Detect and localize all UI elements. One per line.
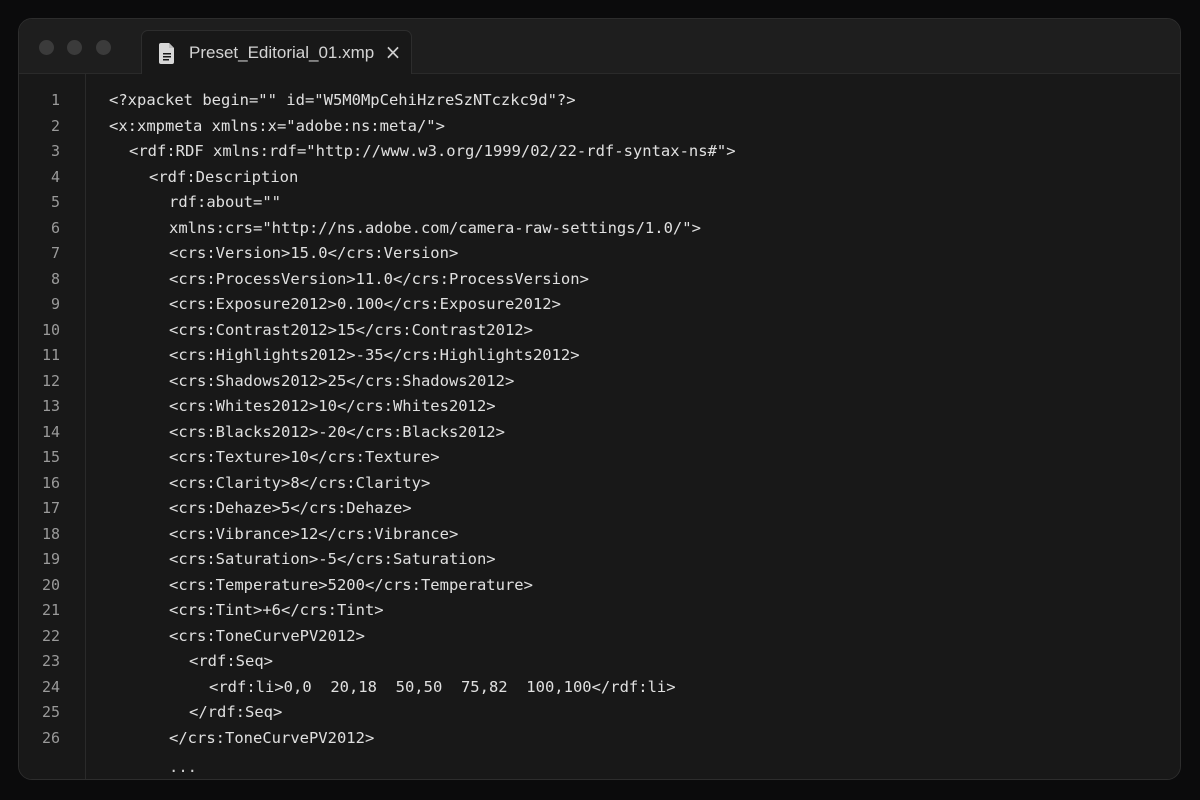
line-number: 23 <box>41 652 60 670</box>
code-line[interactable]: rdf:about="" <box>169 191 281 213</box>
maximize-window-button[interactable] <box>96 40 111 55</box>
code-line[interactable]: <?xpacket begin="" id="W5M0MpCehiHzreSzN… <box>109 89 576 111</box>
line-number: 13 <box>41 397 60 415</box>
code-line[interactable]: <crs:Clarity>8</crs:Clarity> <box>169 472 430 494</box>
line-number: 7 <box>50 244 60 262</box>
code-line[interactable]: <crs:Texture>10</crs:Texture> <box>169 446 440 468</box>
line-number: 10 <box>41 320 60 339</box>
line-number: 14 <box>41 422 60 441</box>
tab-label: Preset_Editorial_01.xmp <box>189 43 375 62</box>
code-line[interactable]: <crs:Temperature>5200</crs:Temperature> <box>169 574 533 596</box>
code-line[interactable]: <rdf:li>0,0 20,18 50,50 75,82 100,100</r… <box>209 676 676 698</box>
code-line[interactable]: <crs:Dehaze>5</crs:Dehaze> <box>169 497 412 519</box>
code-line[interactable]: <crs:Saturation>-5</crs:Saturation> <box>169 548 496 570</box>
code-line[interactable]: <rdf:Seq> <box>189 650 273 672</box>
code-line[interactable]: <crs:Version>15.0</crs:Version> <box>169 242 458 264</box>
line-number: 9 <box>50 295 60 313</box>
code-ellipsis: ... <box>169 758 197 776</box>
code-line[interactable]: <x:xmpmeta xmlns:x="adobe:ns:meta/"> <box>109 115 445 137</box>
code-line[interactable]: <crs:ToneCurvePV2012> <box>169 625 365 647</box>
line-number: 22 <box>41 626 60 645</box>
line-number: 26 <box>41 728 60 747</box>
line-number: 1 <box>50 91 60 109</box>
code-editor-window: Preset_Editorial_01.xmp × 1 2 3 4 5 6 7 8 9 10 11 1… <box>18 18 1181 780</box>
window-titlebar: Preset_Editorial_01.xmp × <box>19 19 1180 74</box>
code-editor[interactable]: 1 2 3 4 5 6 7 8 9 10 11 12 13 14 15 16 17 18 19 20 21 22 23 24 2… <box>19 74 1180 779</box>
line-number: 3 <box>50 142 60 160</box>
line-number: 5 <box>50 193 60 211</box>
code-line[interactable]: <rdf:Description <box>149 166 298 188</box>
close-tab-icon[interactable]: × <box>382 41 404 63</box>
code-line[interactable]: <crs:Shadows2012>25</crs:Shadows2012> <box>169 370 514 392</box>
code-line[interactable]: <crs:Blacks2012>-20</crs:Blacks2012> <box>169 421 505 443</box>
line-number: 4 <box>50 167 60 186</box>
line-number: 2 <box>50 116 60 135</box>
file-tab[interactable]: Preset_Editorial_01.xmp × <box>141 30 412 74</box>
code-line[interactable]: <crs:Exposure2012>0.100</crs:Exposure201… <box>169 293 561 315</box>
line-number-gutter: 1 2 3 4 5 6 7 8 9 10 11 12 13 14 15 16 17 18 19 20 21 22 23 24 2… <box>19 74 86 779</box>
line-number: 15 <box>41 448 60 466</box>
line-number: 11 <box>41 346 60 364</box>
code-line[interactable]: <crs:ProcessVersion>11.0</crs:ProcessVer… <box>169 268 589 290</box>
document-icon <box>159 43 174 64</box>
code-line[interactable]: <crs:Contrast2012>15</crs:Contrast2012> <box>169 319 533 341</box>
code-line[interactable]: <rdf:RDF xmlns:rdf="http://www.w3.org/19… <box>129 140 736 162</box>
close-window-button[interactable] <box>39 40 54 55</box>
code-line[interactable]: </rdf:Seq> <box>189 701 282 723</box>
line-number: 8 <box>50 269 60 288</box>
line-number: 24 <box>41 677 60 696</box>
code-line[interactable]: xmlns:crs="http://ns.adobe.com/camera-ra… <box>169 217 701 239</box>
code-line[interactable]: </crs:ToneCurvePV2012> <box>169 727 374 749</box>
line-number: 12 <box>41 371 60 390</box>
code-line[interactable]: <crs:Whites2012>10</crs:Whites2012> <box>169 395 496 417</box>
line-number: 25 <box>41 703 60 721</box>
line-number: 16 <box>41 473 60 492</box>
line-number: 18 <box>41 524 60 543</box>
line-number: 17 <box>41 499 60 517</box>
code-line[interactable]: <crs:Vibrance>12</crs:Vibrance> <box>169 523 458 545</box>
minimize-window-button[interactable] <box>67 40 82 55</box>
line-number: 21 <box>41 601 60 619</box>
code-line[interactable]: <crs:Highlights2012>-35</crs:Highlights2… <box>169 344 580 366</box>
line-number: 6 <box>50 218 60 237</box>
line-number: 19 <box>41 550 60 568</box>
line-number: 20 <box>41 575 60 594</box>
code-line[interactable]: <crs:Tint>+6</crs:Tint> <box>169 599 384 621</box>
